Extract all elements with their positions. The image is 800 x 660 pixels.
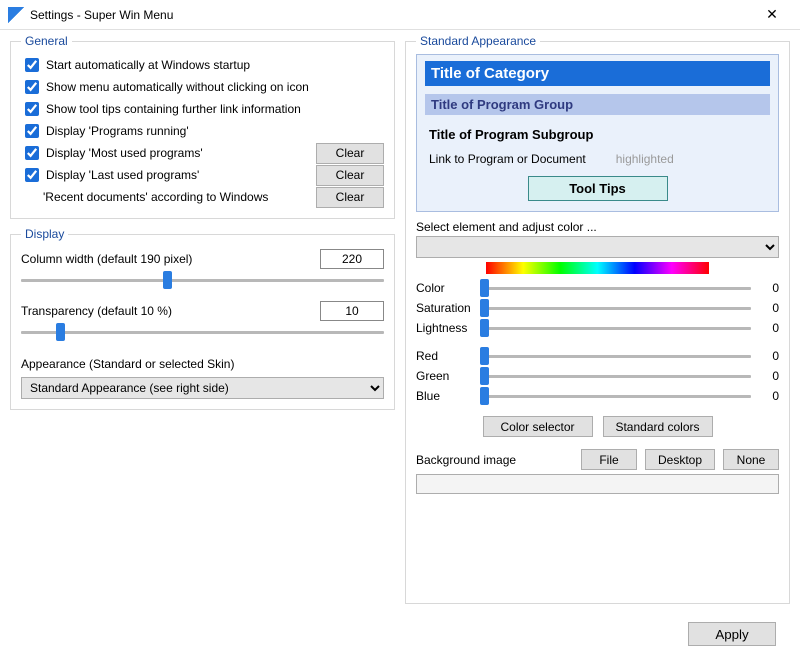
opt-mostused-label: Display 'Most used programs' <box>46 146 312 160</box>
blue-slider[interactable] <box>480 385 751 407</box>
opt-running: Display 'Programs running' <box>21 120 384 142</box>
lightness-label: Lightness <box>416 321 476 335</box>
close-button[interactable]: ✕ <box>752 1 792 29</box>
opt-automenu-checkbox[interactable] <box>25 80 39 94</box>
color-row: Color 0 <box>416 278 779 298</box>
color-slider[interactable] <box>480 277 751 299</box>
opt-tooltips: Show tool tips containing further link i… <box>21 98 384 120</box>
appearance-select[interactable]: Standard Appearance (see right side) <box>21 377 384 399</box>
title-bar: Settings - Super Win Menu ✕ <box>0 0 800 30</box>
bg-file-button[interactable]: File <box>581 449 637 470</box>
lightness-slider[interactable] <box>480 317 751 339</box>
opt-startup-checkbox[interactable] <box>25 58 39 72</box>
preview-link: Link to Program or Document <box>429 152 586 166</box>
transparency-label: Transparency (default 10 %) <box>21 304 312 318</box>
preview-tooltip[interactable]: Tool Tips <box>528 176 668 201</box>
opt-tooltips-checkbox[interactable] <box>25 102 39 116</box>
red-row: Red 0 <box>416 346 779 366</box>
general-legend: General <box>21 34 72 48</box>
standard-colors-button[interactable]: Standard colors <box>603 416 713 437</box>
opt-running-checkbox[interactable] <box>25 124 39 138</box>
appearance-label: Appearance (Standard or selected Skin) <box>21 357 384 371</box>
general-group: General Start automatically at Windows s… <box>10 34 395 219</box>
blue-row: Blue 0 <box>416 386 779 406</box>
saturation-label: Saturation <box>416 301 476 315</box>
column-width-value[interactable]: 220 <box>320 249 384 269</box>
lightness-row: Lightness 0 <box>416 318 779 338</box>
display-group: Display Column width (default 190 pixel)… <box>10 227 395 410</box>
standard-appearance-group: Standard Appearance Title of Category Ti… <box>405 34 790 604</box>
opt-lastused-label: Display 'Last used programs' <box>46 168 312 182</box>
preview-highlighted: highlighted <box>616 152 674 166</box>
preview-subgroup[interactable]: Title of Program Subgroup <box>425 125 770 144</box>
color-value: 0 <box>755 281 779 295</box>
saturation-slider[interactable] <box>480 297 751 319</box>
window-title: Settings - Super Win Menu <box>30 8 752 22</box>
opt-automenu: Show menu automatically without clicking… <box>21 76 384 98</box>
preview-link-row[interactable]: Link to Program or Document highlighted <box>425 152 770 176</box>
element-select[interactable] <box>416 236 779 258</box>
green-label: Green <box>416 369 476 383</box>
opt-mostused-checkbox[interactable] <box>25 146 39 160</box>
background-image-label: Background image <box>416 453 573 467</box>
green-row: Green 0 <box>416 366 779 386</box>
bg-none-button[interactable]: None <box>723 449 779 470</box>
saturation-row: Saturation 0 <box>416 298 779 318</box>
display-legend: Display <box>21 227 68 241</box>
opt-automenu-label: Show menu automatically without clicking… <box>46 80 384 94</box>
blue-label: Blue <box>416 389 476 403</box>
preview-category[interactable]: Title of Category <box>425 61 770 86</box>
color-label: Color <box>416 281 476 295</box>
apply-button[interactable]: Apply <box>688 622 776 646</box>
bg-desktop-button[interactable]: Desktop <box>645 449 715 470</box>
transparency-value[interactable]: 10 <box>320 301 384 321</box>
green-value: 0 <box>755 369 779 383</box>
column-width-slider[interactable] <box>21 269 384 291</box>
opt-startup-label: Start automatically at Windows startup <box>46 58 384 72</box>
opt-lastused: Display 'Last used programs' Clear <box>21 164 384 186</box>
clear-mostused-button[interactable]: Clear <box>316 143 384 164</box>
preview-group[interactable]: Title of Program Group <box>425 94 770 115</box>
standard-legend: Standard Appearance <box>416 34 540 48</box>
opt-recentdocs-label: 'Recent documents' according to Windows <box>43 190 312 204</box>
red-value: 0 <box>755 349 779 363</box>
opt-recentdocs: 'Recent documents' according to Windows … <box>21 186 384 208</box>
appearance-preview: Title of Category Title of Program Group… <box>416 54 779 212</box>
background-path-field[interactable] <box>416 474 779 494</box>
select-element-label: Select element and adjust color ... <box>416 220 779 234</box>
red-label: Red <box>416 349 476 363</box>
saturation-value: 0 <box>755 301 779 315</box>
color-selector-button[interactable]: Color selector <box>483 416 593 437</box>
column-width-label: Column width (default 190 pixel) <box>21 252 312 266</box>
opt-lastused-checkbox[interactable] <box>25 168 39 182</box>
app-icon <box>8 7 24 23</box>
blue-value: 0 <box>755 389 779 403</box>
transparency-slider[interactable] <box>21 321 384 343</box>
red-slider[interactable] <box>480 345 751 367</box>
hue-gradient <box>486 262 709 274</box>
lightness-value: 0 <box>755 321 779 335</box>
opt-startup: Start automatically at Windows startup <box>21 54 384 76</box>
opt-running-label: Display 'Programs running' <box>46 124 384 138</box>
close-icon: ✕ <box>766 6 778 23</box>
green-slider[interactable] <box>480 365 751 387</box>
opt-mostused: Display 'Most used programs' Clear <box>21 142 384 164</box>
opt-tooltips-label: Show tool tips containing further link i… <box>46 102 384 116</box>
clear-lastused-button[interactable]: Clear <box>316 165 384 186</box>
clear-recentdocs-button[interactable]: Clear <box>316 187 384 208</box>
